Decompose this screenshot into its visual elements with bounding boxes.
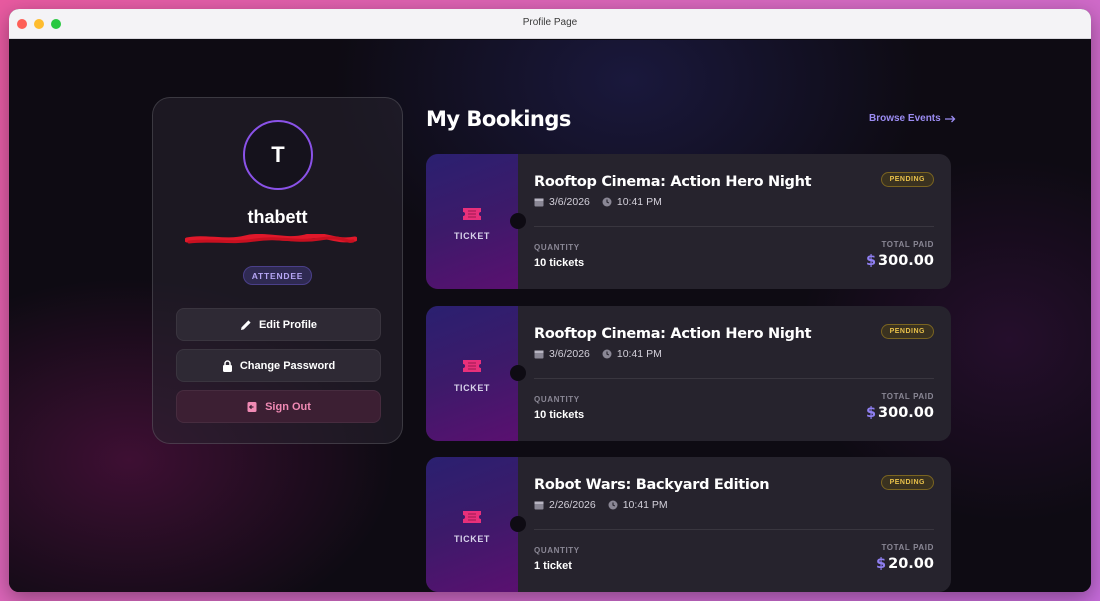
booking-card[interactable]: TICKET Rooftop Cinema: Action Hero Night… bbox=[426, 154, 951, 289]
ticket-stub: TICKET bbox=[426, 306, 526, 441]
calendar-icon bbox=[534, 501, 544, 510]
quantity-value: 10 tickets bbox=[534, 257, 585, 269]
event-title: Robot Wars: Backyard Edition bbox=[534, 477, 770, 493]
page-content: T thabett ATTENDEE Edit Profile Change P… bbox=[9, 40, 1091, 592]
quantity-label: QUANTITY bbox=[534, 243, 580, 252]
divider bbox=[534, 378, 934, 379]
booking-meta: 3/6/2026 10:41 PM bbox=[534, 348, 674, 360]
edit-profile-button[interactable]: Edit Profile bbox=[176, 308, 381, 341]
username: thabett bbox=[247, 207, 308, 227]
clock-icon bbox=[602, 197, 612, 207]
ticket-label: TICKET bbox=[453, 383, 491, 393]
total-paid-label: TOTAL PAID bbox=[881, 240, 934, 249]
total-paid-label: TOTAL PAID bbox=[881, 392, 934, 401]
app-window: Profile Page T thabett ATTENDEE Edit Pro… bbox=[9, 9, 1091, 592]
role-badge: ATTENDEE bbox=[243, 266, 312, 285]
booking-date: 3/6/2026 bbox=[549, 348, 590, 360]
booking-meta: 2/26/2026 10:41 PM bbox=[534, 499, 680, 511]
currency-symbol: $ bbox=[865, 405, 877, 421]
sign-out-label: Sign Out bbox=[265, 400, 311, 413]
ticket-stub: TICKET bbox=[426, 154, 526, 289]
status-badge: PENDING bbox=[880, 172, 934, 187]
ticket-icon bbox=[463, 360, 481, 372]
avatar: T bbox=[243, 120, 313, 190]
clock-icon bbox=[608, 500, 618, 510]
lock-icon bbox=[222, 359, 232, 372]
total-paid-value: $300.00 bbox=[866, 253, 934, 269]
ticket-label: TICKET bbox=[453, 231, 491, 241]
window-title: Profile Page bbox=[522, 17, 578, 28]
divider bbox=[534, 529, 934, 530]
event-title: Rooftop Cinema: Action Hero Night bbox=[534, 174, 812, 190]
calendar-icon bbox=[534, 350, 544, 359]
pencil-icon bbox=[240, 319, 251, 330]
stub-notch bbox=[510, 516, 526, 532]
booking-date: 3/6/2026 bbox=[549, 196, 590, 208]
change-password-button[interactable]: Change Password bbox=[176, 349, 381, 382]
booking-time: 10:41 PM bbox=[622, 499, 668, 511]
browse-events-link[interactable]: Browse Events bbox=[869, 113, 956, 124]
amount: 300.00 bbox=[878, 405, 934, 421]
clock-icon bbox=[602, 349, 612, 359]
booking-meta: 3/6/2026 10:41 PM bbox=[534, 196, 674, 208]
booking-date: 2/26/2026 bbox=[549, 499, 596, 511]
status-badge: PENDING bbox=[880, 475, 934, 490]
arrow-right-icon bbox=[944, 115, 956, 122]
sign-out-icon bbox=[247, 401, 257, 412]
currency-symbol: $ bbox=[876, 556, 887, 572]
profile-card: T thabett ATTENDEE Edit Profile Change P… bbox=[152, 97, 403, 444]
stub-notch bbox=[510, 365, 526, 381]
quantity-value: 10 tickets bbox=[534, 409, 585, 421]
title-bar: Profile Page bbox=[9, 9, 1091, 39]
ticket-icon bbox=[463, 208, 481, 220]
total-paid-value: $20.00 bbox=[876, 556, 934, 572]
edit-profile-label: Edit Profile bbox=[258, 318, 318, 331]
quantity-value: 1 ticket bbox=[534, 560, 572, 572]
ticket-icon bbox=[463, 511, 481, 523]
amount: 300.00 bbox=[878, 253, 934, 269]
stub-notch bbox=[510, 213, 526, 229]
quantity-label: QUANTITY bbox=[534, 546, 580, 555]
event-title: Rooftop Cinema: Action Hero Night bbox=[534, 326, 812, 342]
change-password-label: Change Password bbox=[239, 359, 336, 372]
booking-time: 10:41 PM bbox=[616, 196, 662, 208]
browse-events-label: Browse Events bbox=[869, 113, 941, 124]
total-paid-value: $300.00 bbox=[866, 405, 934, 421]
ticket-label: TICKET bbox=[453, 534, 491, 544]
redacted-email-scribble bbox=[185, 234, 357, 244]
divider bbox=[534, 226, 934, 227]
booking-card[interactable]: TICKET Robot Wars: Backyard Edition PEND… bbox=[426, 457, 951, 592]
currency-symbol: $ bbox=[865, 253, 877, 269]
booking-time: 10:41 PM bbox=[616, 348, 662, 360]
amount: 20.00 bbox=[888, 556, 934, 572]
status-badge: PENDING bbox=[880, 324, 934, 339]
booking-card[interactable]: TICKET Rooftop Cinema: Action Hero Night… bbox=[426, 306, 951, 441]
page-title: My Bookings bbox=[426, 107, 571, 131]
sign-out-button[interactable]: Sign Out bbox=[176, 390, 381, 423]
calendar-icon bbox=[534, 198, 544, 207]
quantity-label: QUANTITY bbox=[534, 395, 580, 404]
total-paid-label: TOTAL PAID bbox=[881, 543, 934, 552]
ticket-stub: TICKET bbox=[426, 457, 526, 592]
